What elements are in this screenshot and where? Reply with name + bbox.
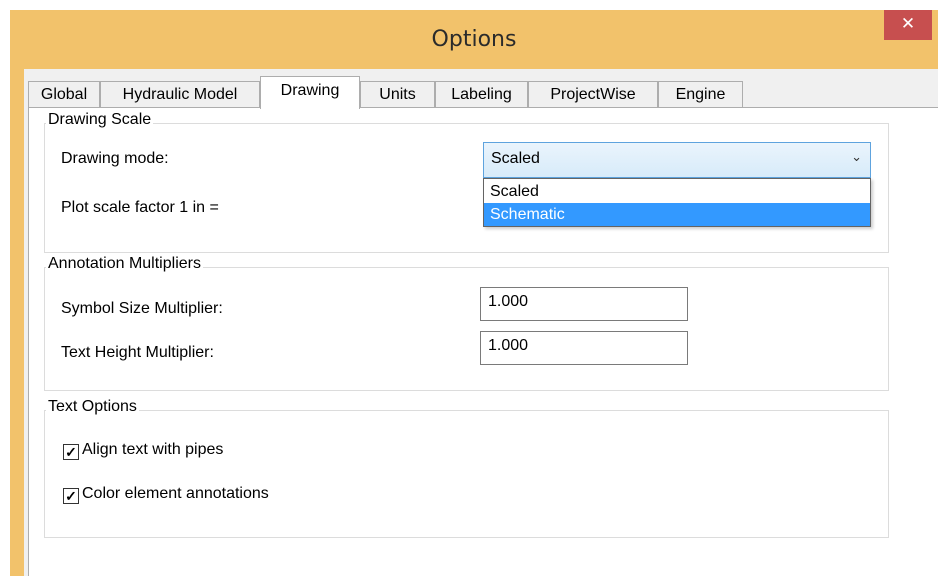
- drawing-mode-dropdown-list: Scaled Schematic: [483, 178, 871, 227]
- title-bar[interactable]: Options ✕: [10, 10, 938, 68]
- window-title: Options: [431, 27, 517, 52]
- tab-drawing[interactable]: Drawing: [260, 76, 360, 109]
- options-window: Options ✕ Global Hydraulic Model Drawing…: [10, 10, 938, 576]
- close-button[interactable]: ✕: [884, 10, 932, 40]
- close-icon: ✕: [900, 14, 916, 34]
- checkmark-icon: ✓: [65, 444, 77, 460]
- tab-units[interactable]: Units: [360, 81, 435, 107]
- drawing-scale-legend: Drawing Scale: [46, 111, 154, 129]
- tab-projectwise[interactable]: ProjectWise: [528, 81, 658, 107]
- tab-labeling[interactable]: Labeling: [435, 81, 528, 107]
- color-annotations-label[interactable]: Color element annotations: [82, 485, 269, 503]
- tab-hydraulic-model[interactable]: Hydraulic Model: [100, 81, 260, 107]
- option-schematic[interactable]: Schematic: [484, 203, 870, 226]
- text-height-label: Text Height Multiplier:: [61, 344, 214, 361]
- text-options-group: [44, 410, 889, 538]
- chevron-down-icon[interactable]: ⌄: [851, 149, 862, 165]
- plot-scale-label: Plot scale factor 1 in =: [61, 199, 219, 216]
- align-text-checkbox[interactable]: ✓: [63, 444, 79, 460]
- align-text-label[interactable]: Align text with pipes: [82, 441, 223, 459]
- symbol-size-input[interactable]: 1.000: [480, 287, 688, 321]
- checkmark-icon: ✓: [65, 488, 77, 504]
- option-scaled[interactable]: Scaled: [484, 180, 870, 203]
- tab-global[interactable]: Global: [28, 81, 100, 107]
- text-options-legend: Text Options: [46, 398, 139, 416]
- annotation-multipliers-legend: Annotation Multipliers: [46, 255, 203, 273]
- drawing-mode-value: Scaled: [491, 150, 540, 167]
- symbol-size-label: Symbol Size Multiplier:: [61, 300, 223, 317]
- text-height-input[interactable]: 1.000: [480, 331, 688, 365]
- drawing-tab-panel: Drawing Scale Drawing mode: Scaled ⌄ Sca…: [28, 107, 938, 576]
- drawing-mode-select[interactable]: Scaled ⌄: [483, 142, 871, 178]
- tab-engine[interactable]: Engine: [658, 81, 743, 107]
- drawing-mode-label: Drawing mode:: [61, 150, 169, 167]
- dialog-client: Global Hydraulic Model Drawing Units Lab…: [24, 69, 938, 576]
- color-annotations-checkbox[interactable]: ✓: [63, 488, 79, 504]
- annotation-multipliers-group: [44, 267, 889, 391]
